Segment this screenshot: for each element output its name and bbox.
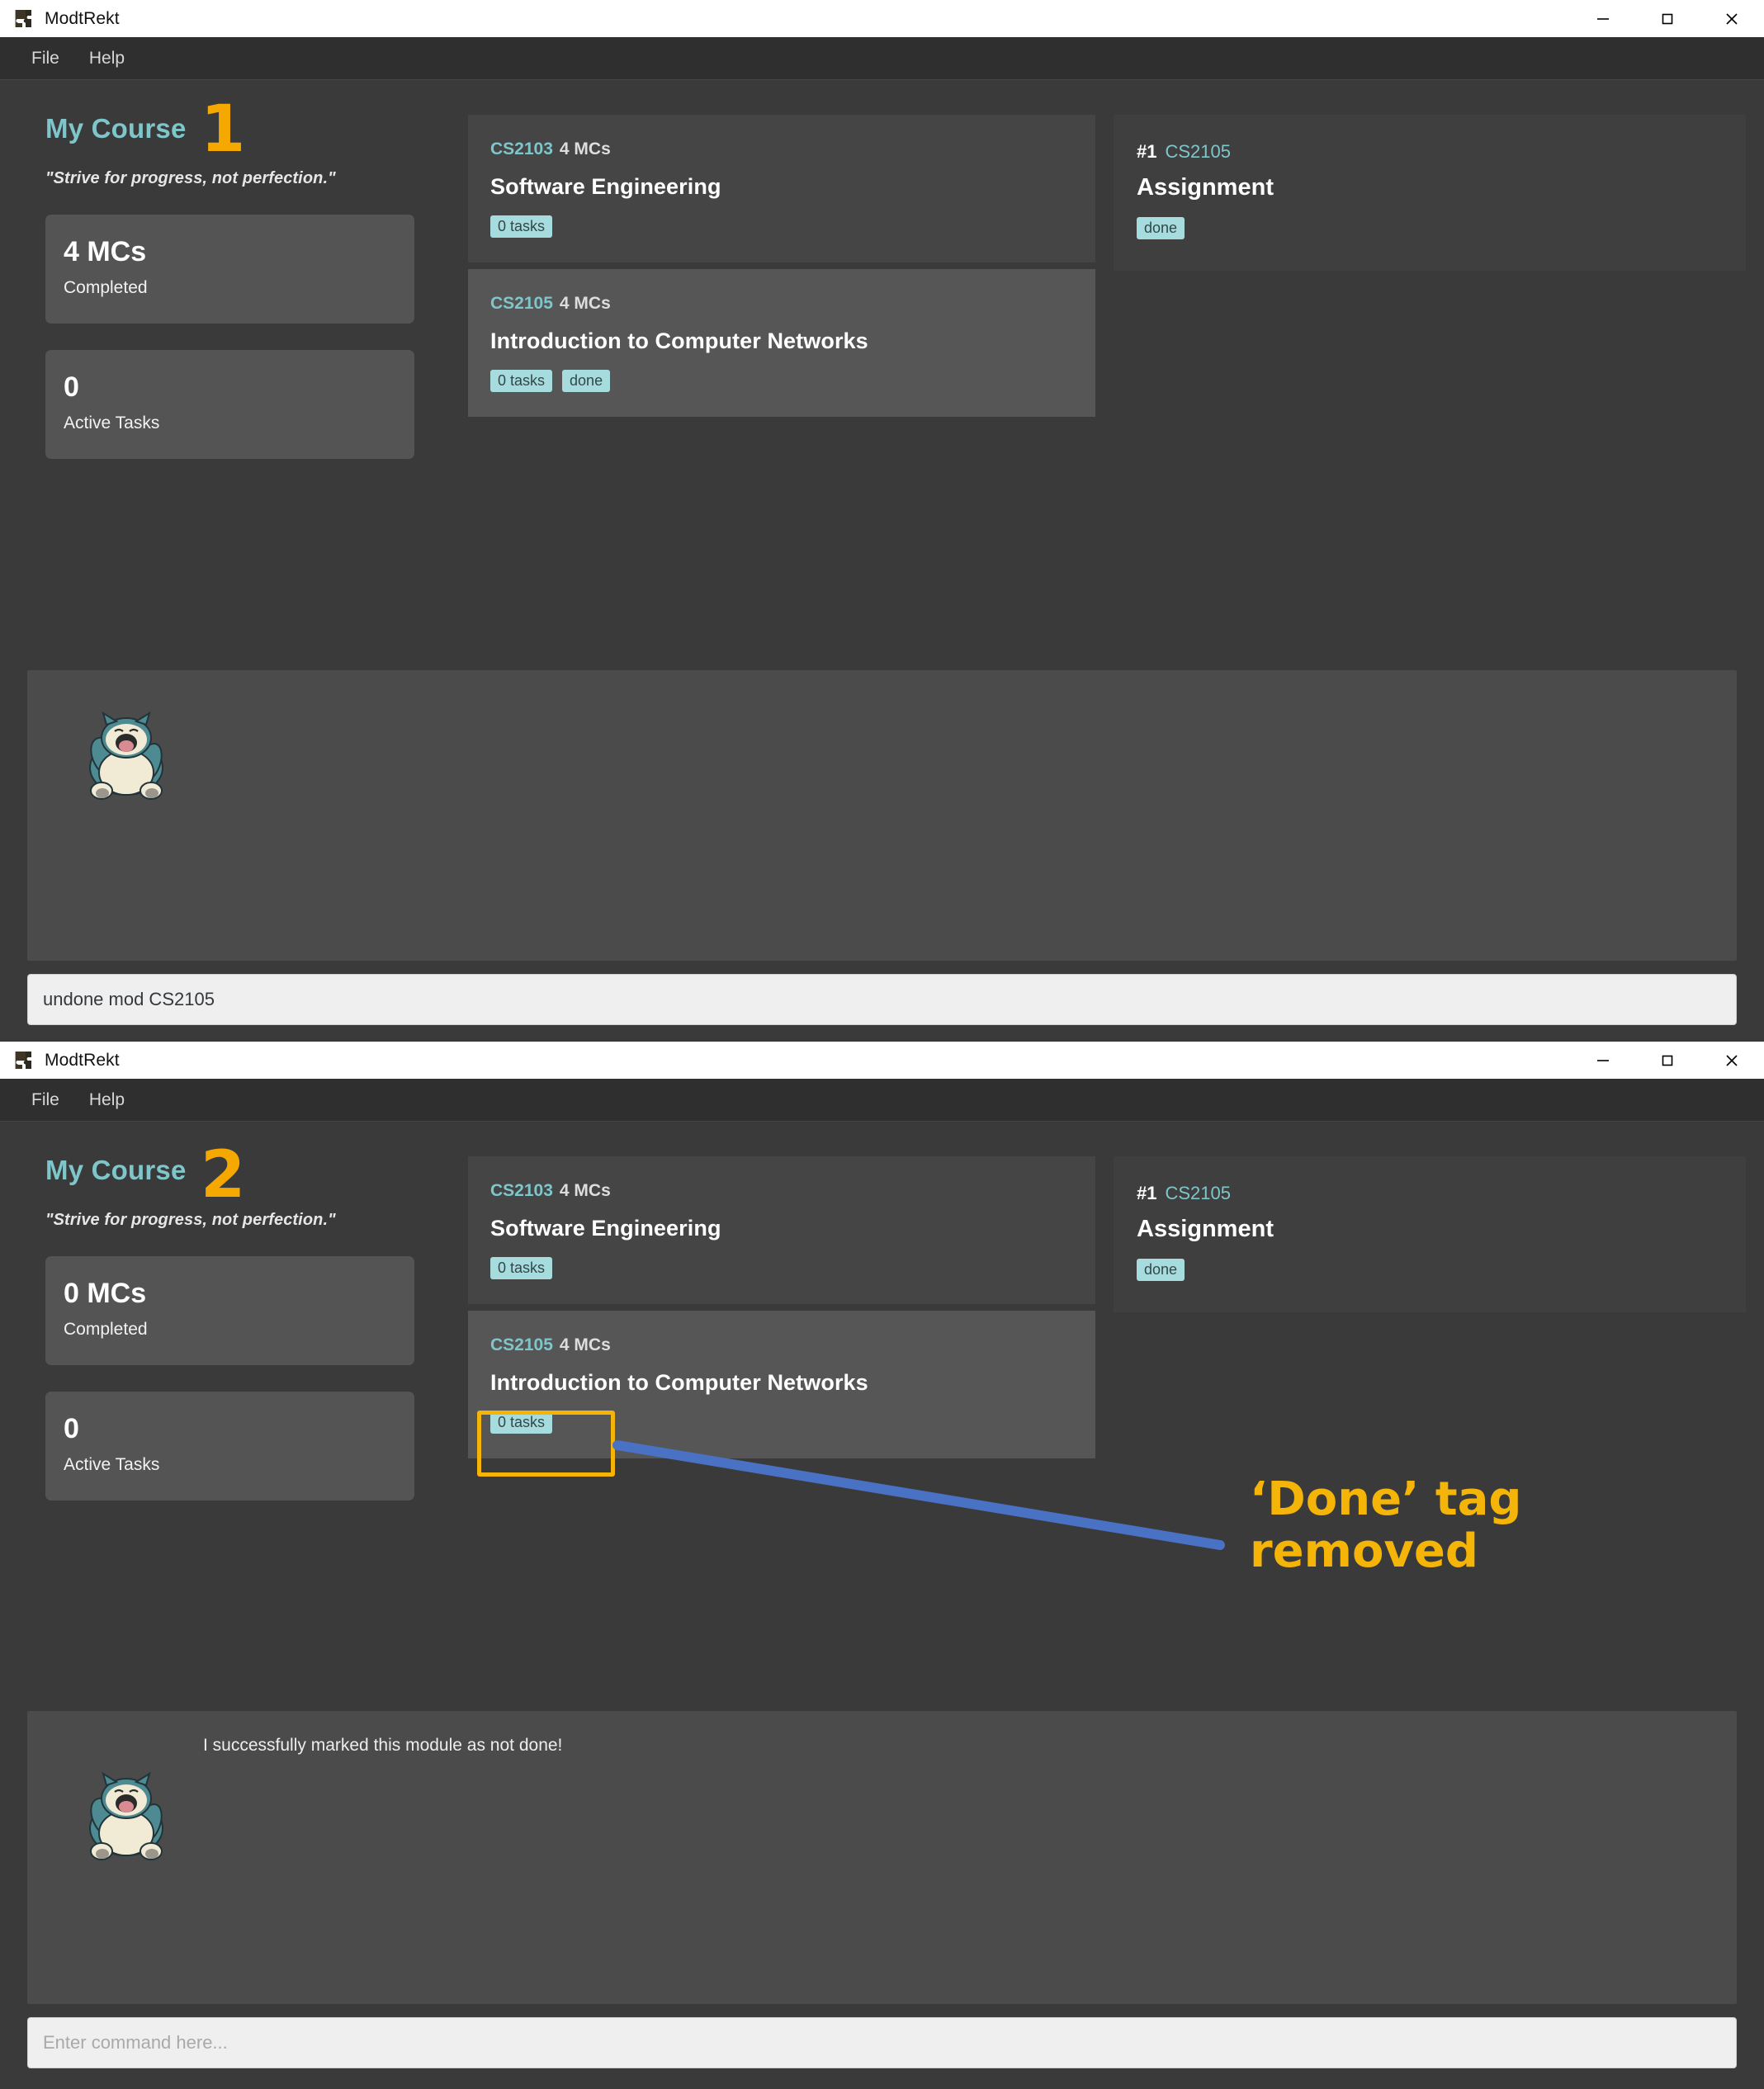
callout-line-1: ‘Done’ tag	[1250, 1472, 1522, 1526]
screenshot-root: ModtRekt File Help My Course "Strive for…	[0, 0, 1764, 2089]
callout-line-2: removed	[1250, 1524, 1478, 1578]
leader-line-arrow	[612, 1440, 1225, 1550]
annotation-callout: ‘Done’ tag removed	[1250, 1472, 1679, 1578]
